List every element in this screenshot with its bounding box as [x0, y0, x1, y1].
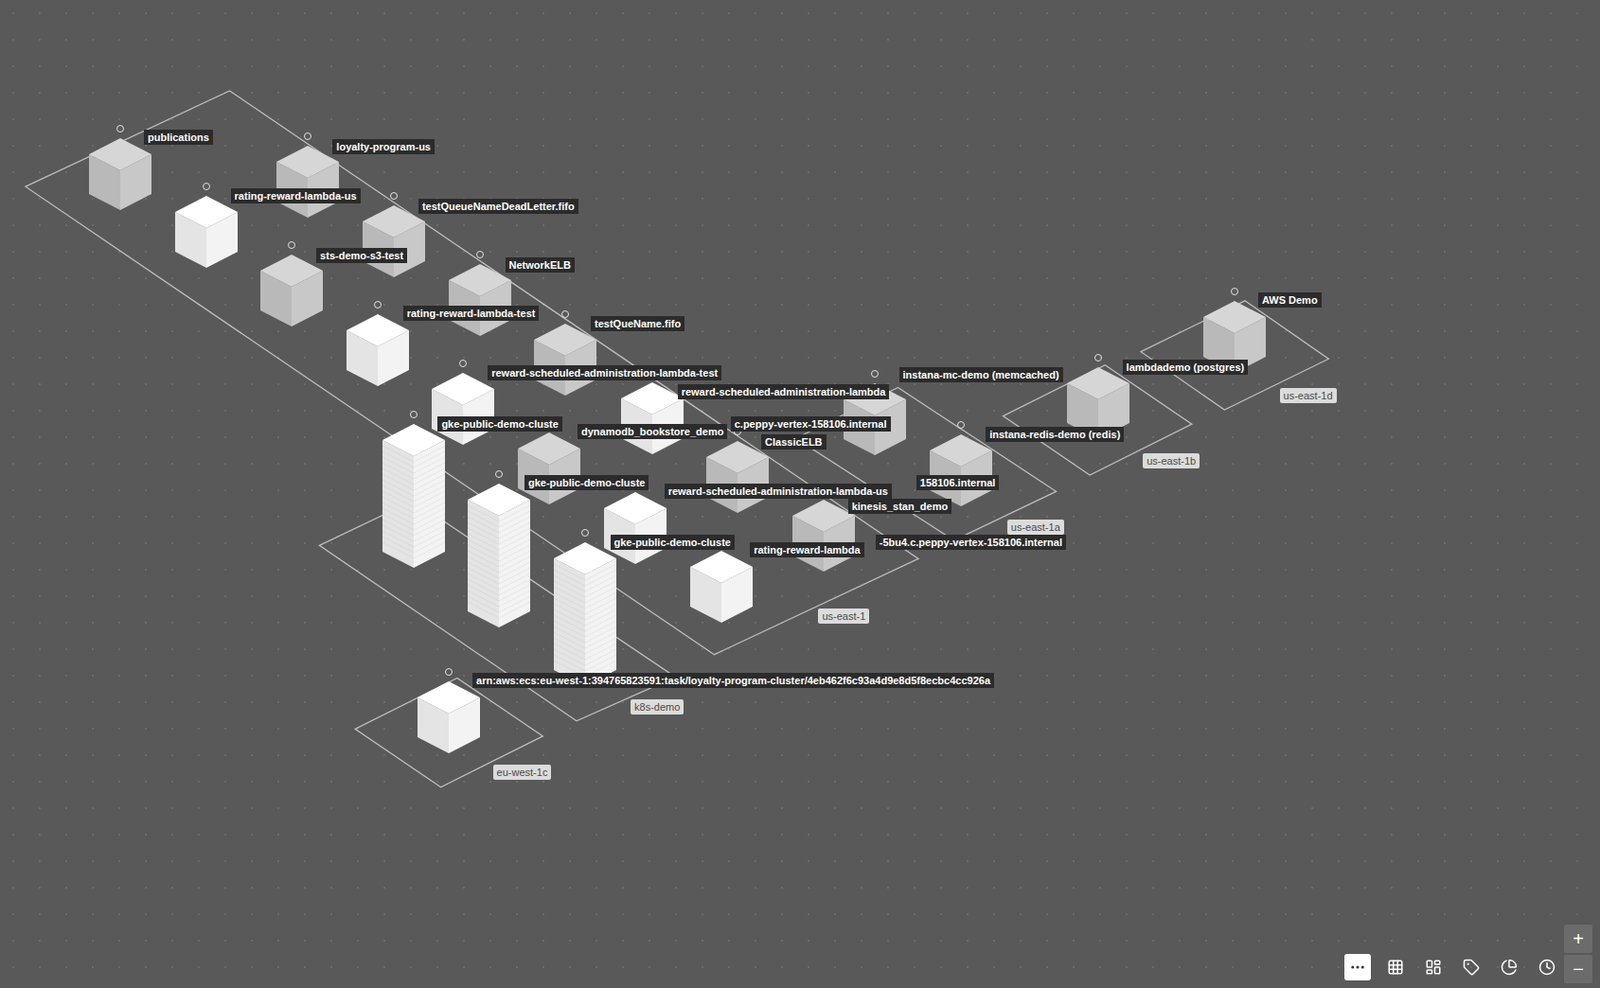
clock-view-button[interactable] [1533, 954, 1561, 981]
zone-label[interactable]: us-east-1d [1280, 388, 1337, 404]
entity-type-icon [581, 529, 589, 537]
entity-type-icon [409, 410, 418, 419]
entity-label[interactable]: dynamodb_bookstore_demo [577, 424, 728, 440]
entity-cube-icon[interactable] [929, 434, 993, 507]
entity-cube-icon[interactable] [431, 373, 495, 445]
entity-type-icon [373, 301, 382, 309]
entity-label[interactable]: reward-scheduled-administration-lambda [677, 384, 890, 400]
entity-type-icon [1094, 354, 1103, 362]
more-view-button[interactable] [1344, 954, 1371, 981]
host-stack-icon[interactable] [467, 483, 531, 628]
grid-view-button[interactable] [1382, 954, 1409, 981]
entity-cube-icon[interactable] [448, 264, 512, 337]
entity-label[interactable]: instana-mc-demo (memcached) [899, 367, 1064, 383]
entity-type-icon [871, 370, 879, 378]
entity-type-icon [459, 359, 467, 368]
entity-type-icon [303, 132, 312, 141]
entity-cube-icon[interactable] [621, 382, 684, 455]
entity-cube-icon[interactable] [362, 205, 426, 278]
entity-cube-icon[interactable] [88, 138, 152, 211]
entity-label[interactable]: kinesis_stan_demo [848, 498, 953, 515]
entity-label-tail[interactable]: 158106.internal [916, 475, 1000, 491]
entity-label[interactable]: lambdademo (postgres) [1122, 359, 1249, 375]
tag-view-button[interactable] [1457, 954, 1485, 981]
entity-label[interactable]: sts-demo-s3-test [316, 248, 408, 264]
entity-label[interactable]: loyalty-program-us [332, 139, 435, 155]
layout-view-button[interactable] [1420, 954, 1447, 981]
entity-type-icon [390, 192, 398, 200]
entity-label[interactable]: NetworkELB [505, 257, 575, 273]
entity-label[interactable]: AWS Demo [1258, 292, 1322, 308]
entity-label[interactable]: testQueName.fifo [590, 316, 685, 332]
entity-cube-icon[interactable] [604, 492, 667, 565]
entity-label[interactable]: publications [143, 129, 214, 145]
zoom-controls: +− [1564, 924, 1593, 984]
pie-view-button[interactable] [1495, 954, 1523, 981]
entity-type-icon [444, 668, 453, 676]
zone-label[interactable]: eu-west-1c [493, 764, 552, 781]
entity-cube-icon[interactable] [346, 314, 409, 387]
entity-cube-icon[interactable] [533, 323, 597, 396]
host-stack-icon[interactable] [553, 542, 617, 687]
zoom-button[interactable]: + [1564, 924, 1593, 954]
entity-cube-icon[interactable] [517, 432, 581, 505]
infrastructure-map[interactable]: us-east-1d us-east-1b us-east-1a us-east-1 k… [0, 0, 1600, 988]
entity-label[interactable]: rating-reward-lambda [749, 542, 864, 558]
entity-type-icon [1230, 287, 1239, 296]
entity-cube-icon[interactable] [260, 254, 323, 327]
entity-label[interactable]: rating-reward-lambda-test [403, 305, 540, 321]
entity-type-icon [957, 421, 965, 429]
entity-label[interactable]: gke-public-demo-cluste [524, 475, 649, 491]
entity-type-icon [116, 124, 125, 133]
zone-label[interactable]: k8s-demo [630, 699, 684, 715]
entity-cube-icon[interactable] [417, 681, 480, 754]
zone-label[interactable]: us-east-1a [1007, 519, 1065, 535]
entity-cube-icon[interactable] [706, 441, 769, 514]
entity-label[interactable]: arn:aws:ecs:eu-west-1:394765823591:task/… [472, 673, 995, 689]
entity-label[interactable]: reward-scheduled-administration-lambda-t… [487, 365, 722, 381]
entity-label-tail[interactable]: c.peppy-vertex-158106.internal [730, 416, 891, 432]
entity-label-tail[interactable]: -5bu4.c.peppy-vertex-158106.internal [875, 534, 1067, 551]
entity-type-icon [476, 250, 484, 259]
entity-label[interactable]: reward-scheduled-administration-lambda-u… [664, 483, 892, 499]
entity-cube-icon[interactable] [792, 499, 855, 572]
entity-label[interactable]: rating-reward-lambda-us [231, 188, 361, 204]
entity-type-icon [287, 241, 296, 249]
zone-label[interactable]: us-east-1 [817, 608, 870, 624]
entity-type-icon [202, 182, 211, 191]
entity-label[interactable]: gke-public-demo-cluste [610, 534, 735, 551]
entity-label[interactable]: ClassicELB [761, 434, 827, 450]
entity-label[interactable]: gke-public-demo-cluste [437, 416, 562, 432]
entity-label[interactable]: instana-redis-demo (redis) [985, 426, 1124, 443]
view-toolbar [1344, 954, 1561, 981]
host-stack-icon[interactable] [382, 424, 445, 569]
entity-label[interactable]: testQueueNameDeadLetter.fifo [418, 198, 579, 214]
entity-type-icon [495, 470, 503, 479]
entity-cube-icon[interactable] [276, 145, 339, 218]
entity-cube-icon[interactable] [175, 195, 238, 268]
zone-label[interactable]: us-east-1b [1142, 453, 1200, 469]
entity-cube-icon[interactable] [690, 551, 753, 623]
zoom-button[interactable]: − [1564, 955, 1593, 984]
entity-type-icon [561, 310, 569, 319]
